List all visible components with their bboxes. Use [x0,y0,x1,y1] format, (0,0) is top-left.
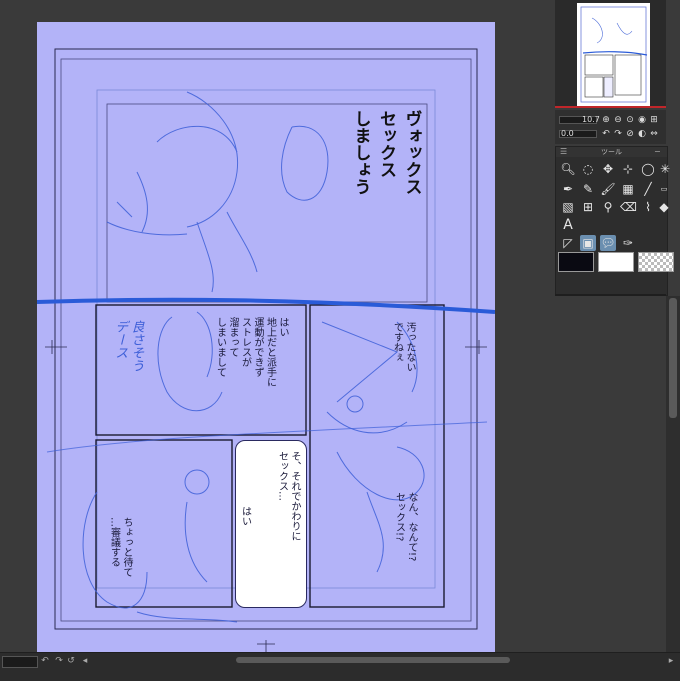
pen-icon[interactable]: ✒ [560,181,576,197]
eraser-icon[interactable]: ⌫ [620,199,637,215]
blend-icon[interactable]: ⌇ [640,199,656,215]
rotate-right-icon[interactable]: ↷ [613,129,623,139]
reset-rotation-icon[interactable]: ⊘ [625,129,635,139]
move-icon[interactable]: ✥ [600,161,616,177]
scroll-left-icon[interactable]: ◂ [80,656,90,666]
panel5-dialogue-side: はい [239,506,251,526]
speech-panel: そ、それでかわりに セックス… はい [235,440,307,608]
zoom-in-icon[interactable]: ⊕ [601,115,611,125]
horizontal-scroll-thumb[interactable] [236,657,510,663]
panel5-dialogue-main: そ、それでかわりに セックス… [276,451,301,541]
eyedropper-icon[interactable]: ⚲ [600,199,616,215]
tool-panel-header: ツール [556,147,667,157]
panel-minimize-icon[interactable]: − [654,147,661,157]
sub-color-swatch[interactable] [598,252,634,272]
vertical-scrollbar[interactable] [666,296,680,652]
rotate-right-icon-status[interactable]: ↷ [54,656,64,666]
panel2-dialogue: はい 地上だと派手に 運動ができず ストレスが 溜まって しまいまして [214,317,289,387]
navigator-controls: 10.7 ⊕ ⊖ ⊙ ◉ ⊞ 0.0 ↶ ↷ ⊘ ◐ ⇔ [555,110,666,144]
zoom-out-icon[interactable]: ⊖ [613,115,623,125]
fill-icon[interactable]: ◆ [656,199,672,215]
lasso-icon[interactable]: ◯ [640,161,656,177]
pattern-icon[interactable]: ▦ [620,181,636,197]
speech-balloon-icon[interactable]: 💬︎ [600,235,616,251]
actual-size-icon[interactable]: ⊙ [625,115,635,125]
zoom-value: 10.7 [582,115,600,124]
transparent-color-swatch[interactable] [638,252,674,272]
rotate-tool-icon[interactable]: ◌ [580,161,596,177]
text-icon[interactable]: A [560,217,576,233]
navigator-view-indicator [555,106,666,108]
panel3-dialogue-bottom: なん、なんて!? セックス!? [393,492,418,562]
empty-panel-area [555,296,666,652]
reset-icon-status[interactable]: ↺ [66,656,76,666]
rotate-left-icon-status[interactable]: ↶ [40,656,50,666]
operation-tool-icon[interactable]: ⊹ [620,161,636,177]
navigator-thumbnail[interactable] [577,3,650,106]
gradient-icon[interactable]: ▧ [560,199,576,215]
zoom-field[interactable] [2,656,38,668]
panel4-dialogue: ちょっと待て …審議する [108,517,133,577]
main-color-swatch[interactable] [558,252,594,272]
flip-horizontal-icon[interactable]: ⇔ [649,129,659,139]
panel1-dialogue: ヴォックス セックス しましょう [350,110,422,195]
rotate-left-icon[interactable]: ↶ [601,129,611,139]
line-tool-icon[interactable]: ╱ [640,181,656,197]
correct-line-icon[interactable]: ◸ [560,235,576,251]
fit-view-icon[interactable]: ◉ [637,115,647,125]
sketch-scribble: 良さそう デース [112,320,144,372]
balloon-tool-icon[interactable]: ▣ [580,235,596,251]
brush-icon[interactable]: 🖌︎ [600,181,616,197]
zoom-tool-icon[interactable]: 🔍︎ [560,161,576,177]
fit-width-icon[interactable]: ⊞ [649,115,659,125]
panel3-dialogue-top: 汚ったない ですねぇ [391,322,416,372]
frame-tool-icon[interactable]: ⊞ [580,199,596,215]
tool-panel-title: ツール [601,148,622,156]
status-bar: ↶ ↷ ↺ ◂ ▸ [0,652,680,681]
navigator-panel [555,0,666,108]
pencil-icon[interactable]: ✎ [580,181,596,197]
angle-value: 0.0 [561,129,574,138]
vertical-scroll-thumb[interactable] [669,298,677,418]
balloon-tail-icon[interactable]: ✑ [620,235,636,251]
panel-menu-icon[interactable]: ☰ [560,147,567,157]
ruler-tool-icon[interactable]: ▭ [656,181,672,197]
flip-icon[interactable]: ◐ [637,129,647,139]
auto-select-icon[interactable]: ✳ [660,161,670,177]
scroll-right-icon[interactable]: ▸ [666,656,676,666]
tool-panel: ツール ☰ − 🔍︎ ◌ ✥ ⊹ ◯ ✳ ✒ ✎ 🖌︎ ▦ ╱ ▭ ▧ ⊞ ⚲ … [555,146,670,296]
manga-page[interactable]: ヴォックス セックス しましょう はい 地上だと派手に 運動ができず ストレスが… [37,22,495,654]
